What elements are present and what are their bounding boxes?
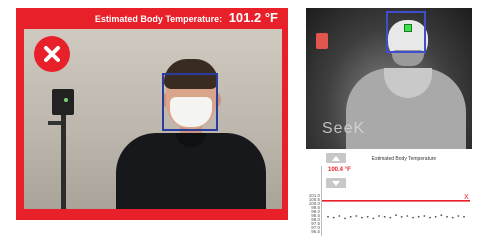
- reading-point: [440, 214, 443, 217]
- reading-point: [327, 215, 329, 218]
- reading-point: [423, 215, 426, 217]
- graph-title: Estimated Body Temperature: [371, 156, 437, 162]
- reading-point: [395, 214, 397, 217]
- reading-point: [332, 216, 335, 219]
- fever-alert-icon: [34, 36, 70, 72]
- tripod-camera: [52, 89, 74, 115]
- face-detection-box: [162, 73, 218, 131]
- temperature-value: 101.2 °F: [228, 10, 278, 25]
- tripod-pole: [61, 115, 66, 209]
- thermal-sample-marker: [404, 24, 412, 32]
- reading-point: [446, 215, 448, 218]
- thermal-brand-watermark: SeeK: [322, 120, 366, 137]
- reading-point: [383, 215, 386, 218]
- reading-point: [457, 215, 460, 217]
- thermal-view: SeeK: [306, 8, 472, 149]
- reading-point: [434, 215, 437, 218]
- temperature-graph: 100.4 °F Estimated Body Temperature 101.…: [306, 152, 472, 236]
- threshold-marker: X: [464, 194, 469, 201]
- graph-plot: X: [322, 194, 470, 220]
- tripod-led: [64, 98, 68, 102]
- reading-point: [344, 217, 346, 220]
- close-x-icon: [37, 39, 67, 69]
- thermal-hotspot: [316, 33, 328, 49]
- thermal-face-box: [386, 11, 426, 53]
- reading-point: [378, 215, 380, 217]
- y-tick-label: 96.5: [311, 229, 320, 234]
- reading-point: [361, 216, 363, 219]
- reading-point: [355, 215, 358, 217]
- reading-point: [406, 215, 409, 217]
- camera-panel: Estimated Body Temperature: 101.2 °F: [16, 8, 288, 220]
- temperature-label: Estimated Body Temperature:: [94, 14, 223, 24]
- reading-point: [417, 215, 420, 218]
- reading-point: [349, 215, 352, 218]
- reading-point: [389, 216, 392, 219]
- reading-point: [366, 215, 369, 218]
- temperature-banner: Estimated Body Temperature: 101.2 °F: [95, 10, 278, 25]
- reading-point: [372, 217, 375, 220]
- reading-point: [429, 216, 431, 219]
- reading-point: [412, 216, 414, 219]
- reading-point: [463, 215, 465, 218]
- reading-point: [338, 215, 341, 217]
- reading-point: [451, 216, 454, 219]
- reading-point: [400, 215, 403, 218]
